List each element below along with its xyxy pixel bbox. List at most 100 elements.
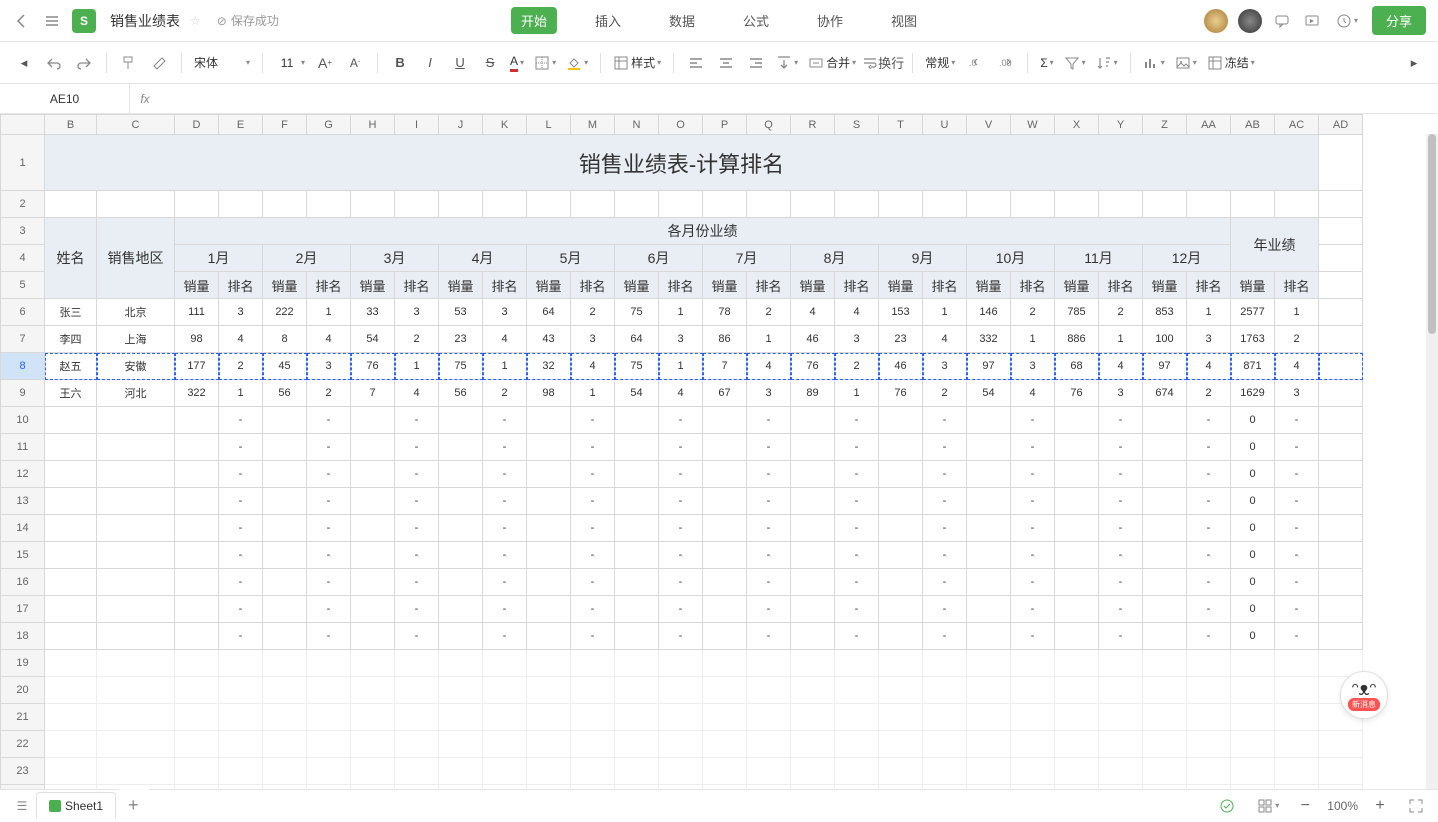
data-cell[interactable]: 1: [1011, 326, 1055, 353]
row-header[interactable]: 15: [1, 542, 45, 569]
data-cell[interactable]: [45, 542, 97, 569]
empty-cell[interactable]: [659, 191, 703, 218]
row-header[interactable]: 16: [1, 569, 45, 596]
empty-cell[interactable]: [1099, 650, 1143, 677]
empty-cell[interactable]: [1231, 650, 1275, 677]
empty-cell[interactable]: [219, 704, 263, 731]
empty-cell[interactable]: [175, 677, 219, 704]
cell-reference[interactable]: AE10: [0, 84, 130, 113]
data-cell[interactable]: [703, 434, 747, 461]
row-header[interactable]: 21: [1, 704, 45, 731]
data-cell[interactable]: [791, 569, 835, 596]
avatar[interactable]: [1238, 9, 1262, 33]
data-cell[interactable]: -: [571, 569, 615, 596]
empty-cell[interactable]: [1187, 731, 1231, 758]
empty-cell[interactable]: [747, 191, 791, 218]
empty-cell[interactable]: [219, 191, 263, 218]
empty-cell[interactable]: [747, 704, 791, 731]
data-cell[interactable]: [263, 407, 307, 434]
empty-cell[interactable]: [1319, 326, 1363, 353]
data-cell[interactable]: [615, 623, 659, 650]
empty-cell[interactable]: [1143, 704, 1187, 731]
empty-cell[interactable]: [659, 650, 703, 677]
data-cell[interactable]: [791, 542, 835, 569]
empty-cell[interactable]: [439, 191, 483, 218]
data-cell[interactable]: 2: [1275, 326, 1319, 353]
empty-cell[interactable]: [659, 731, 703, 758]
data-cell[interactable]: [97, 407, 175, 434]
empty-cell[interactable]: [571, 191, 615, 218]
data-cell[interactable]: 853: [1143, 299, 1187, 326]
data-region-cell[interactable]: 安徽: [97, 353, 175, 380]
data-cell[interactable]: -: [1275, 434, 1319, 461]
column-header[interactable]: J: [439, 115, 483, 135]
clear-format-icon[interactable]: [145, 49, 173, 77]
empty-cell[interactable]: [1275, 650, 1319, 677]
empty-cell[interactable]: [659, 758, 703, 785]
empty-cell[interactable]: [97, 758, 175, 785]
data-cell[interactable]: [351, 623, 395, 650]
empty-cell[interactable]: [791, 785, 835, 790]
empty-cell[interactable]: [483, 758, 527, 785]
data-cell[interactable]: 4: [659, 380, 703, 407]
column-header[interactable]: AB: [1231, 115, 1275, 135]
empty-cell[interactable]: [527, 731, 571, 758]
data-cell[interactable]: [1055, 623, 1099, 650]
row-header[interactable]: 11: [1, 434, 45, 461]
data-cell[interactable]: 3: [1187, 326, 1231, 353]
empty-cell[interactable]: [835, 785, 879, 790]
empty-cell[interactable]: [791, 731, 835, 758]
empty-cell[interactable]: [615, 677, 659, 704]
column-header[interactable]: Z: [1143, 115, 1187, 135]
data-name-cell[interactable]: 王六: [45, 380, 97, 407]
data-cell[interactable]: -: [483, 542, 527, 569]
data-cell[interactable]: 98: [175, 326, 219, 353]
align-left-icon[interactable]: [682, 49, 710, 77]
data-cell[interactable]: [527, 407, 571, 434]
menu-tab-数据[interactable]: 数据: [659, 7, 705, 34]
column-header[interactable]: AD: [1319, 115, 1363, 135]
data-cell[interactable]: [45, 461, 97, 488]
data-cell[interactable]: 4: [483, 326, 527, 353]
empty-cell[interactable]: [1319, 488, 1363, 515]
empty-cell[interactable]: [527, 191, 571, 218]
empty-cell[interactable]: [175, 758, 219, 785]
empty-cell[interactable]: [1011, 704, 1055, 731]
data-cell[interactable]: -: [483, 461, 527, 488]
toolbar-expand-right-icon[interactable]: ▸: [1400, 49, 1428, 77]
data-cell[interactable]: 46: [879, 353, 923, 380]
data-cell[interactable]: -: [1187, 407, 1231, 434]
data-cell[interactable]: -: [923, 434, 967, 461]
data-cell[interactable]: -: [747, 596, 791, 623]
data-cell[interactable]: [791, 515, 835, 542]
empty-cell[interactable]: [923, 758, 967, 785]
data-cell[interactable]: -: [1011, 596, 1055, 623]
data-cell[interactable]: [967, 569, 1011, 596]
empty-cell[interactable]: [351, 650, 395, 677]
empty-cell[interactable]: [263, 758, 307, 785]
font-size-dropdown[interactable]: 11▾: [271, 56, 309, 70]
data-cell[interactable]: [263, 515, 307, 542]
data-cell[interactable]: -: [923, 623, 967, 650]
data-cell[interactable]: -: [923, 461, 967, 488]
empty-cell[interactable]: [395, 677, 439, 704]
data-cell[interactable]: 146: [967, 299, 1011, 326]
column-header[interactable]: I: [395, 115, 439, 135]
select-all-corner[interactable]: [1, 115, 45, 135]
data-cell[interactable]: -: [1187, 461, 1231, 488]
empty-cell[interactable]: [1143, 731, 1187, 758]
data-cell[interactable]: -: [483, 488, 527, 515]
data-cell[interactable]: 1: [1275, 299, 1319, 326]
data-cell[interactable]: -: [1099, 569, 1143, 596]
data-cell[interactable]: 33: [351, 299, 395, 326]
italic-icon[interactable]: I: [416, 49, 444, 77]
empty-cell[interactable]: [879, 191, 923, 218]
data-cell[interactable]: -: [1187, 596, 1231, 623]
data-cell[interactable]: -: [835, 569, 879, 596]
data-cell[interactable]: 0: [1231, 623, 1275, 650]
data-cell[interactable]: [703, 596, 747, 623]
data-cell[interactable]: -: [571, 434, 615, 461]
data-cell[interactable]: -: [307, 461, 351, 488]
empty-cell[interactable]: [1319, 515, 1363, 542]
data-cell[interactable]: -: [395, 488, 439, 515]
